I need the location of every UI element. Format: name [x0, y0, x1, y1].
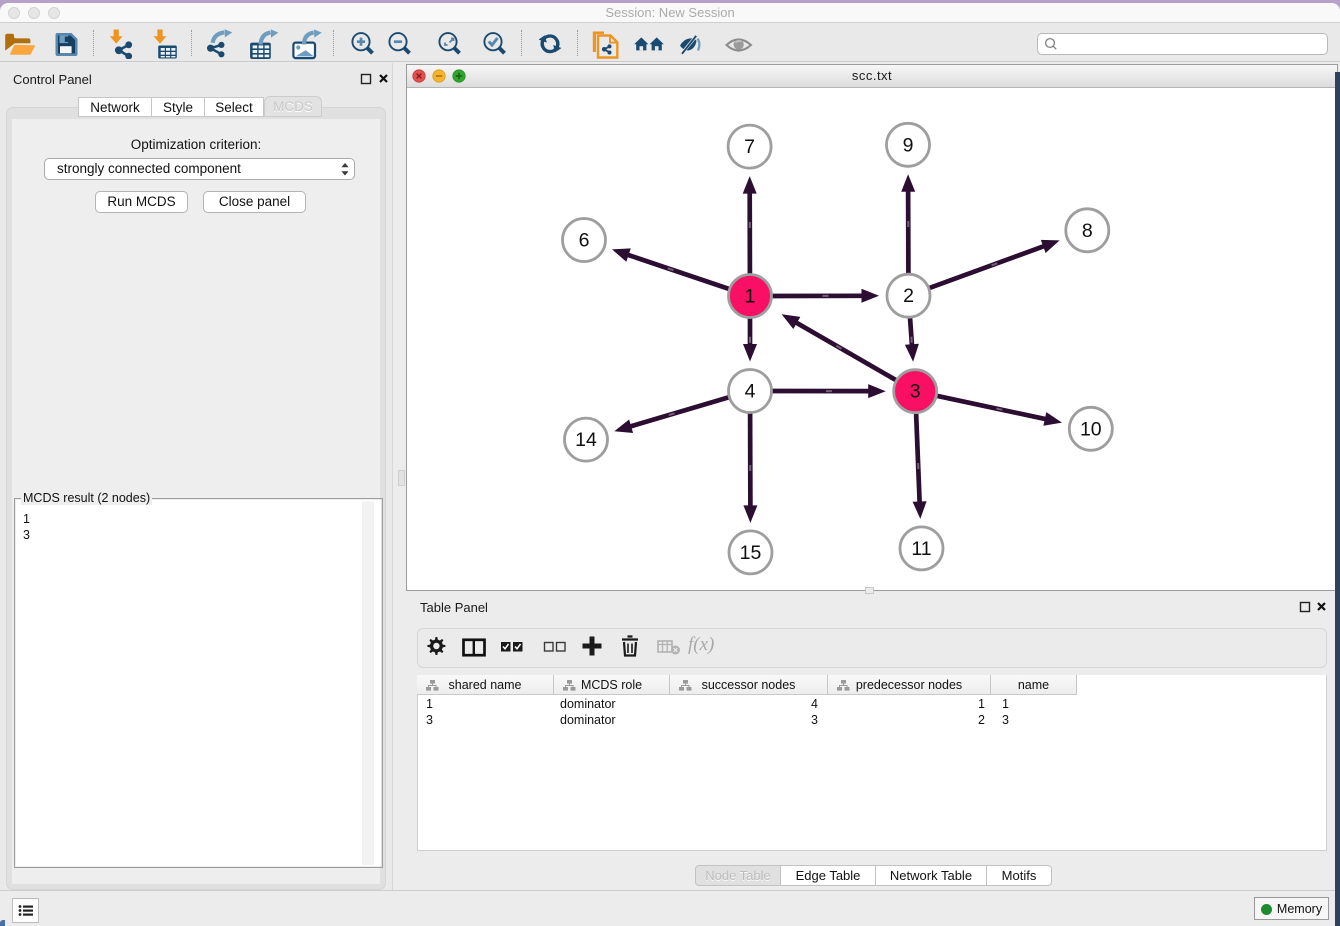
svg-text:14: 14: [575, 429, 597, 451]
svg-text:10: 10: [1080, 418, 1102, 440]
svg-text:9: 9: [903, 134, 914, 156]
svg-text:3: 3: [910, 381, 921, 403]
svg-text:15: 15: [740, 542, 762, 564]
svg-text:2: 2: [903, 285, 914, 307]
svg-text:7: 7: [744, 136, 755, 158]
svg-text:4: 4: [745, 381, 756, 403]
svg-text:8: 8: [1082, 220, 1093, 242]
svg-text:6: 6: [579, 230, 590, 252]
svg-text:11: 11: [911, 538, 931, 560]
svg-text:1: 1: [745, 286, 756, 308]
